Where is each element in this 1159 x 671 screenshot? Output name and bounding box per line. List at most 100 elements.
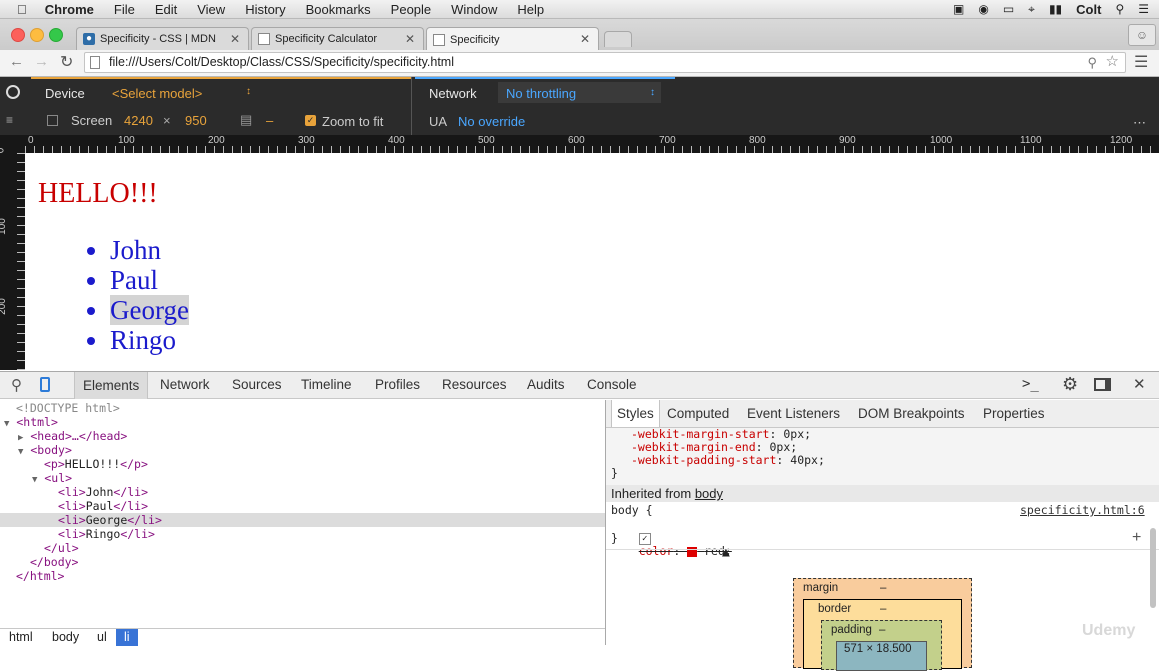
tab-styles[interactable]: Styles — [611, 400, 660, 427]
tree-doctype[interactable]: <!DOCTYPE html> — [16, 401, 120, 415]
battery-icon[interactable]: ▮▮ — [1049, 2, 1062, 16]
menubar-user[interactable]: Colt — [1076, 2, 1101, 17]
creative-cloud-icon[interactable]: ◉ — [978, 2, 988, 16]
tree-ul-close[interactable]: </ul> — [44, 541, 79, 555]
tab-sources[interactable]: Sources — [232, 377, 282, 392]
expanded-triangle-icon[interactable]: ▼ — [18, 447, 23, 457]
breadcrumb-ul[interactable]: ul — [97, 630, 107, 644]
profile-icon[interactable]: ☺ — [1128, 24, 1156, 46]
tab-timeline[interactable]: Timeline — [301, 377, 352, 392]
settings-gear-icon[interactable]: ⚙ — [1062, 374, 1078, 395]
color-swatch[interactable] — [687, 546, 698, 557]
tree-li[interactable]: <li>John</li> — [58, 485, 148, 499]
box-model-margin[interactable]: margin – border – padding – 571 × 18.500 — [793, 578, 972, 671]
tree-body-close[interactable]: </body> — [30, 555, 78, 569]
menu-file[interactable]: File — [114, 2, 135, 17]
rule-source-link[interactable]: specificity.html:6 — [1020, 504, 1145, 517]
menu-help[interactable]: Help — [517, 2, 544, 17]
css-declaration-overridden[interactable]: ✓ color: red; — [611, 519, 732, 558]
menu-window[interactable]: Window — [451, 2, 497, 17]
body-rule-selector[interactable]: body { — [611, 504, 653, 517]
disable-emulation-icon[interactable] — [6, 85, 20, 99]
tab-console[interactable]: Console — [587, 377, 637, 392]
tab-audits[interactable]: Audits — [527, 377, 565, 392]
console-drawer-icon[interactable]: >_ — [1022, 376, 1039, 392]
minimize-window-button[interactable] — [30, 28, 44, 42]
tree-li[interactable]: <li>Ringo</li> — [58, 527, 155, 541]
zoom-window-button[interactable] — [49, 28, 63, 42]
css-declaration[interactable]: -webkit-padding-start: 40px; — [631, 454, 825, 467]
tab-event-listeners[interactable]: Event Listeners — [747, 406, 840, 421]
apple-icon[interactable]:  — [17, 2, 27, 17]
tree-html-close[interactable]: </html> — [16, 569, 64, 583]
media-query-icon[interactable]: ≡ — [6, 113, 13, 127]
tab-mdn[interactable]: ● Specificity - CSS | MDN ✕ — [76, 27, 249, 50]
back-icon[interactable]: ← — [9, 53, 24, 70]
close-devtools-icon[interactable]: ✕ — [1133, 375, 1146, 393]
close-tab-icon[interactable]: ✕ — [580, 32, 590, 46]
tree-p[interactable]: <p>HELLO!!!</p> — [44, 457, 148, 471]
add-rule-button[interactable]: + — [1132, 529, 1141, 547]
reload-icon[interactable]: ↻ — [60, 52, 73, 72]
menu-people[interactable]: People — [391, 2, 431, 17]
box-model-margin-value[interactable]: – — [880, 582, 886, 594]
screen-height-input[interactable]: 950 — [185, 113, 207, 128]
menu-history[interactable]: History — [245, 2, 285, 17]
tree-head[interactable]: ▶ <head>…</head> — [18, 429, 127, 443]
tab-specificity-calculator[interactable]: Specificity Calculator ✕ — [251, 27, 424, 50]
close-window-button[interactable] — [11, 28, 25, 42]
tree-body[interactable]: ▼ <body> — [18, 443, 72, 457]
tree-li-selected[interactable]: <li>George</li> — [58, 513, 162, 527]
dock-side-icon[interactable] — [1094, 378, 1111, 391]
forward-icon[interactable]: → — [34, 53, 49, 70]
zoom-icon[interactable]: ⚲ — [1087, 53, 1097, 72]
tree-li[interactable]: <li>Paul</li> — [58, 499, 148, 513]
inherited-from-link[interactable]: body — [695, 486, 723, 501]
menu-edit[interactable]: Edit — [155, 2, 177, 17]
tab-specificity[interactable]: Specificity ✕ — [426, 27, 599, 51]
bookmark-star-icon[interactable]: ☆ — [1106, 52, 1119, 71]
close-tab-icon[interactable]: ✕ — [230, 32, 240, 46]
tab-resources[interactable]: Resources — [442, 377, 507, 392]
spotlight-icon[interactable]: ⚲ — [1115, 2, 1124, 16]
notification-center-icon[interactable]: ☰ — [1138, 2, 1149, 16]
breadcrumb-li[interactable]: li — [116, 629, 138, 646]
tree-html[interactable]: ▼ <html> — [4, 415, 58, 429]
ua-value-input[interactable]: No override — [458, 114, 525, 129]
address-bar[interactable]: file:///Users/Colt/Desktop/Class/CSS/Spe… — [84, 52, 1126, 73]
device-mode-icon[interactable] — [40, 377, 50, 392]
box-model-content[interactable]: 571 × 18.500 — [836, 641, 927, 671]
tab-computed[interactable]: Computed — [667, 406, 729, 421]
airplay-icon[interactable]: ▭ — [1003, 2, 1014, 16]
screen-record-icon[interactable]: ▣ — [953, 2, 964, 16]
scrollbar-thumb[interactable] — [1150, 528, 1156, 608]
wifi-icon[interactable]: ⌖ — [1028, 2, 1035, 17]
box-model-padding-value[interactable]: – — [879, 624, 885, 636]
box-model-border-value[interactable]: – — [880, 603, 886, 615]
tab-dom-breakpoints[interactable]: DOM Breakpoints — [858, 406, 965, 421]
tab-properties[interactable]: Properties — [983, 406, 1045, 421]
device-model-select[interactable]: <Select model> — [112, 86, 202, 101]
inspect-search-icon[interactable]: ⚲ — [11, 376, 22, 394]
menu-view[interactable]: View — [197, 2, 225, 17]
menu-icon[interactable]: ☰ — [1134, 52, 1148, 72]
tab-profiles[interactable]: Profiles — [375, 377, 420, 392]
tab-network[interactable]: Network — [160, 377, 210, 392]
menu-bookmarks[interactable]: Bookmarks — [306, 2, 371, 17]
network-throttle-select[interactable]: No throttling ↕ — [498, 82, 661, 103]
device-pixel-ratio[interactable]: – — [266, 113, 273, 128]
collapsed-triangle-icon[interactable]: ▶ — [18, 433, 23, 443]
menu-app-name[interactable]: Chrome — [45, 2, 94, 17]
breadcrumb-html[interactable]: html — [9, 630, 33, 644]
screen-checkbox[interactable] — [47, 115, 58, 126]
breadcrumb-body[interactable]: body — [52, 630, 79, 644]
close-tab-icon[interactable]: ✕ — [405, 32, 415, 46]
tree-ul[interactable]: ▼ <ul> — [32, 471, 72, 485]
expanded-triangle-icon[interactable]: ▼ — [32, 475, 37, 485]
swap-dimensions-icon[interactable]: ▤ — [240, 112, 252, 128]
expanded-triangle-icon[interactable]: ▼ — [4, 419, 9, 429]
tab-elements[interactable]: Elements — [74, 372, 149, 399]
box-model-border[interactable]: border – padding – 571 × 18.500 — [803, 599, 962, 671]
box-model-padding[interactable]: padding – 571 × 18.500 — [821, 620, 942, 671]
more-options-icon[interactable]: ⋯ — [1133, 115, 1146, 131]
